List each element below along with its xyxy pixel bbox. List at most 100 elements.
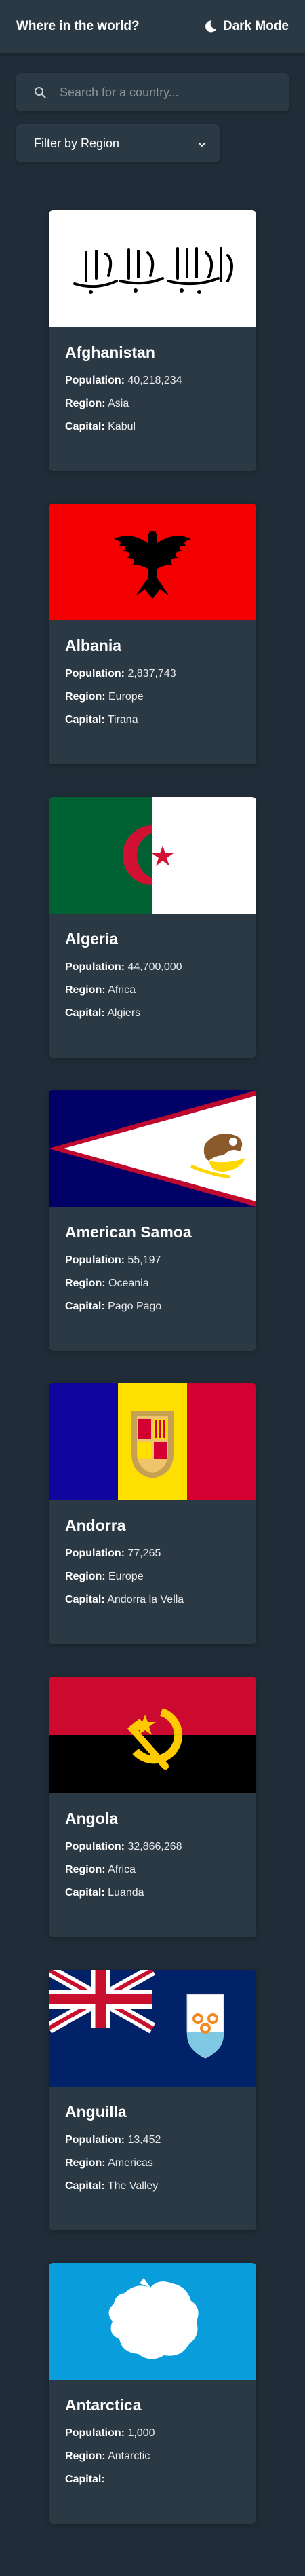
- population-label: Population:: [65, 2134, 125, 2146]
- capital-value: Andorra la Vella: [107, 1594, 184, 1605]
- dark-mode-label: Dark Mode: [222, 19, 289, 33]
- population-label: Population:: [65, 375, 125, 386]
- app-header: Where in the world? Dark Mode: [0, 0, 305, 53]
- region-label: Region:: [65, 2450, 106, 2462]
- region-row: Region: Europe: [65, 1570, 241, 1584]
- country-card-albania[interactable]: Albania Population: 2,837,743 Region: Eu…: [49, 504, 256, 764]
- region-label: Region:: [65, 1864, 106, 1875]
- capital-label: Capital:: [65, 2474, 105, 2485]
- population-row: Population: 1,000: [65, 2427, 241, 2440]
- capital-label: Capital:: [65, 1594, 105, 1605]
- region-value: Africa: [108, 984, 136, 996]
- country-card-anguilla[interactable]: Anguilla Population: 13,452 Region: Amer…: [49, 1970, 256, 2230]
- capital-row: Capital: Tirana: [65, 713, 241, 727]
- capital-row: Capital: Pago Pago: [65, 1300, 241, 1313]
- flag-afghanistan: [49, 210, 256, 327]
- population-row: Population: 44,700,000: [65, 960, 241, 974]
- capital-value: Luanda: [108, 1887, 144, 1899]
- population-label: Population:: [65, 1254, 125, 1266]
- flag-antarctica: [49, 2263, 256, 2380]
- region-row: Region: Africa: [65, 1863, 241, 1877]
- country-card-angola[interactable]: Angola Population: 32,866,268 Region: Af…: [49, 1677, 256, 1937]
- capital-row: Capital: The Valley: [65, 2180, 241, 2193]
- region-row: Region: Oceania: [65, 1277, 241, 1290]
- country-name: Antarctica: [65, 2396, 142, 2414]
- capital-value: Algiers: [107, 1007, 141, 1019]
- region-value: Europe: [108, 1571, 144, 1582]
- population-value: 55,197: [127, 1254, 161, 1266]
- region-label: Region:: [65, 691, 106, 703]
- population-row: Population: 77,265: [65, 1547, 241, 1561]
- country-card-algeria[interactable]: Algeria Population: 44,700,000 Region: A…: [49, 797, 256, 1058]
- capital-label: Capital:: [65, 2180, 105, 2192]
- country-card-american-samoa[interactable]: American Samoa Population: 55,197 Region…: [49, 1090, 256, 1351]
- country-card-antarctica[interactable]: Antarctica Population: 1,000 Region: Ant…: [49, 2263, 256, 2524]
- region-label: Region:: [65, 2157, 106, 2169]
- population-label: Population:: [65, 2427, 125, 2439]
- population-value: 1,000: [127, 2427, 155, 2439]
- capital-row: Capital: Andorra la Vella: [65, 1593, 241, 1607]
- region-row: Region: Asia: [65, 397, 241, 411]
- flag-algeria: [49, 797, 256, 914]
- population-row: Population: 40,218,234: [65, 374, 241, 388]
- region-value: Oceania: [108, 1277, 149, 1289]
- capital-label: Capital:: [65, 421, 105, 432]
- flag-albania: [49, 504, 256, 620]
- capital-value: The Valley: [107, 2180, 159, 2192]
- country-card-afghanistan[interactable]: Afghanistan Population: 40,218,234 Regio…: [49, 210, 256, 471]
- population-label: Population:: [65, 1548, 125, 1559]
- country-name: Angola: [65, 1810, 118, 1827]
- app-title[interactable]: Where in the world?: [16, 19, 140, 34]
- population-value: 13,452: [127, 2134, 161, 2146]
- population-label: Population:: [65, 961, 125, 973]
- population-value: 44,700,000: [127, 961, 182, 973]
- country-card-andorra[interactable]: Andorra Population: 77,265 Region: Europ…: [49, 1383, 256, 1644]
- capital-value: Kabul: [108, 421, 136, 432]
- flag-american-samoa: [49, 1090, 256, 1207]
- country-name: American Samoa: [65, 1223, 192, 1241]
- country-name: Anguilla: [65, 2103, 127, 2121]
- flag-angola: [49, 1677, 256, 1793]
- capital-label: Capital:: [65, 1007, 105, 1019]
- chevron-down-icon: [198, 136, 206, 151]
- region-filter-label: Filter by Region: [34, 136, 120, 150]
- country-name: Afghanistan: [65, 343, 155, 361]
- population-value: 77,265: [127, 1548, 161, 1559]
- flag-andorra: [49, 1383, 256, 1500]
- region-row: Region: Americas: [65, 2157, 241, 2170]
- country-name: Andorra: [65, 1516, 126, 1534]
- region-value: Americas: [108, 2157, 153, 2169]
- region-value: Europe: [108, 691, 144, 703]
- search-icon: [34, 86, 46, 98]
- country-name: Algeria: [65, 930, 118, 948]
- population-value: 40,218,234: [127, 375, 182, 386]
- search-input[interactable]: [58, 84, 278, 100]
- capital-label: Capital:: [65, 1887, 105, 1899]
- population-row: Population: 55,197: [65, 1254, 241, 1267]
- region-label: Region:: [65, 1277, 106, 1289]
- dark-mode-toggle[interactable]: Dark Mode: [204, 19, 289, 34]
- population-value: 32,866,268: [127, 1841, 182, 1852]
- region-row: Region: Europe: [65, 690, 241, 704]
- capital-label: Capital:: [65, 714, 105, 726]
- search-box[interactable]: [16, 73, 289, 111]
- population-row: Population: 32,866,268: [65, 1840, 241, 1854]
- region-filter-dropdown[interactable]: Filter by Region: [16, 124, 220, 162]
- population-value: 2,837,743: [127, 668, 176, 679]
- population-row: Population: 2,837,743: [65, 667, 241, 681]
- population-label: Population:: [65, 1841, 125, 1852]
- region-label: Region:: [65, 984, 106, 996]
- capital-value: Tirana: [107, 714, 138, 726]
- country-name: Albania: [65, 637, 122, 654]
- region-label: Region:: [65, 398, 106, 409]
- capital-value: Pago Pago: [108, 1301, 162, 1312]
- region-value: Africa: [108, 1864, 136, 1875]
- capital-row: Capital:: [65, 2473, 241, 2486]
- region-value: Antarctic: [108, 2450, 150, 2462]
- capital-row: Capital: Luanda: [65, 1886, 241, 1900]
- capital-row: Capital: Algiers: [65, 1007, 241, 1020]
- capital-label: Capital:: [65, 1301, 105, 1312]
- moon-icon: [204, 20, 218, 33]
- population-label: Population:: [65, 668, 125, 679]
- region-row: Region: Africa: [65, 984, 241, 997]
